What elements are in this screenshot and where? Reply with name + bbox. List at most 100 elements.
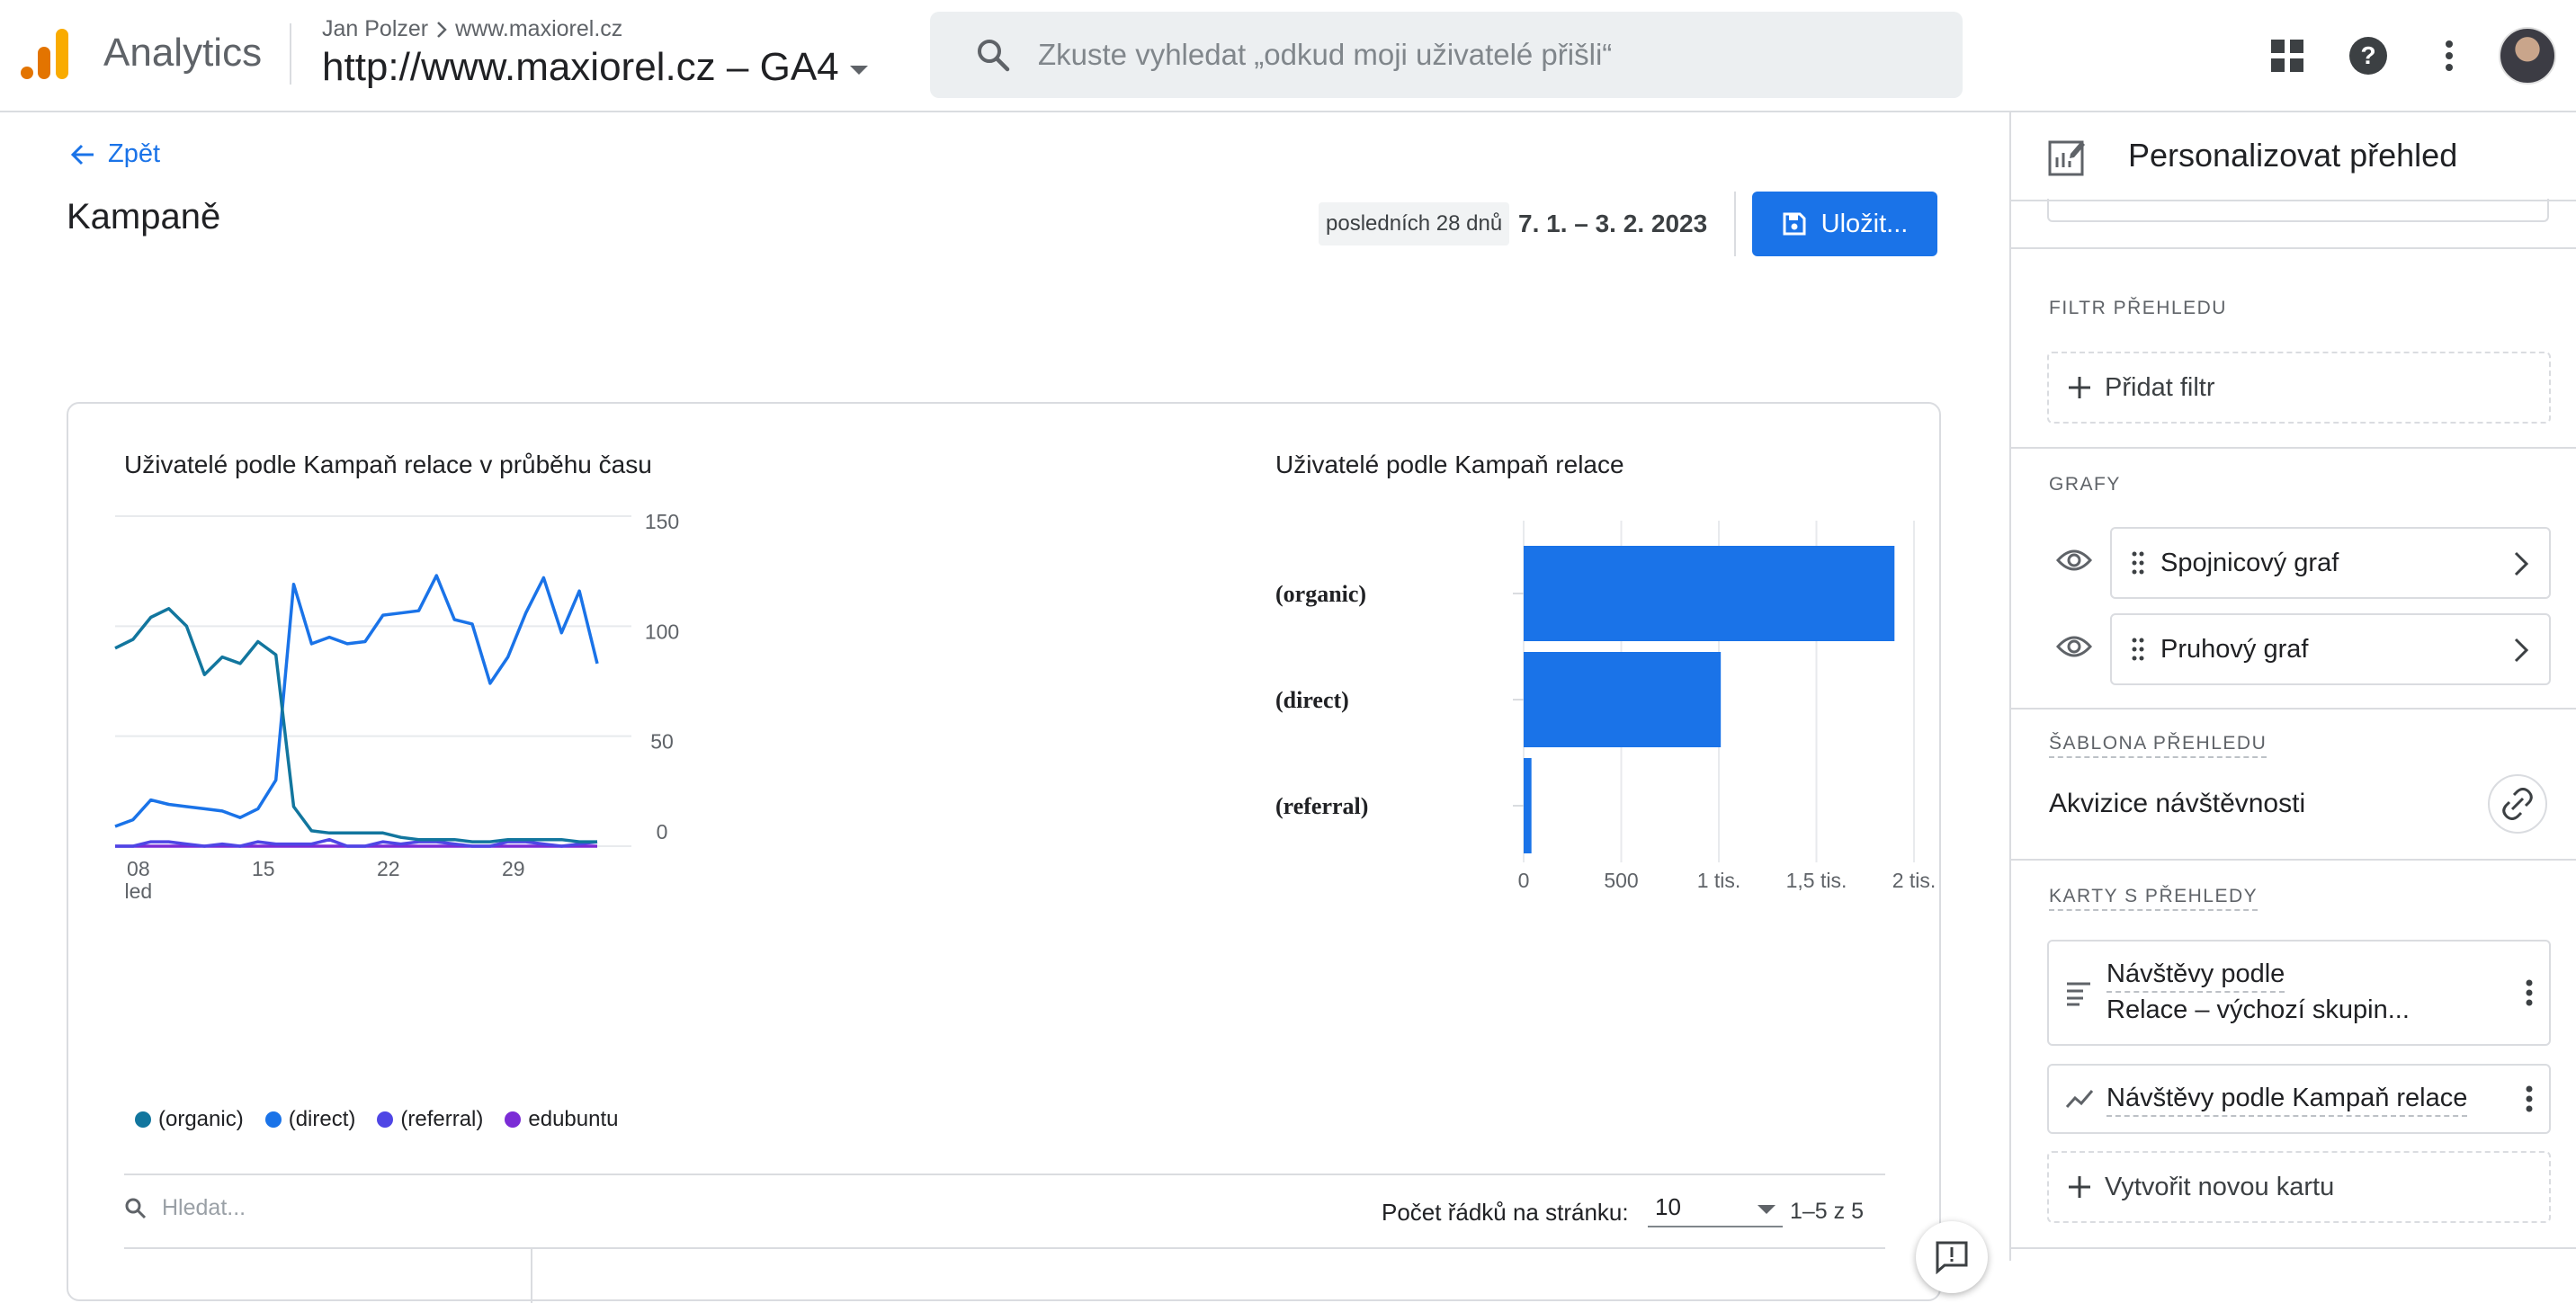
legend-dot — [377, 1111, 394, 1128]
date-preset-chip[interactable]: posledních 28 dnů — [1319, 202, 1510, 245]
add-filter-button[interactable]: Přidat filtr — [2047, 352, 2551, 424]
y-tick-label: 100 — [645, 620, 679, 643]
account-site: www.maxiorel.cz — [455, 16, 623, 41]
top-actions: ? — [2247, 0, 2576, 112]
add-filter-label: Přidat filtr — [2105, 372, 2215, 402]
customize-report-icon — [2048, 140, 2085, 176]
panel-header: Personalizovat přehled — [2011, 112, 2576, 201]
legend-label: edubuntu — [528, 1107, 619, 1131]
rows-per-page-select[interactable]: 10 — [1648, 1188, 1783, 1227]
x-tick-label: 1 tis. — [1697, 869, 1741, 892]
chart-item-line: Spojnicový graf — [2047, 527, 2551, 599]
drag-handle-icon[interactable] — [2132, 550, 2144, 576]
section-divider — [2011, 1247, 2576, 1249]
apps-icon — [2271, 40, 2303, 72]
x-tick-label: 1,5 tis. — [1786, 869, 1847, 892]
visibility-icon[interactable] — [2056, 547, 2092, 574]
save-label: Uložit... — [1820, 209, 1909, 238]
legend-label: (referral) — [400, 1107, 484, 1131]
rows-per-page-label: Počet řádků na stránku: — [1382, 1199, 1629, 1226]
line-chart[interactable]: 150 100 50 0 08 15 22 29 led — [104, 503, 689, 907]
line-chart-legend: (organic) (direct) (referral) edubuntu — [135, 1107, 619, 1132]
card-title-line1: Návštěvy podle Kampaň relace — [2106, 1084, 2468, 1117]
visibility-icon[interactable] — [2056, 633, 2092, 660]
scrolled-field — [2047, 199, 2549, 222]
bar-category-label: (referral) — [1275, 793, 1368, 819]
plus-icon — [2069, 1176, 2090, 1198]
bar-chart-title: Uživatelé podle Kampaň relace — [1275, 451, 1624, 478]
legend-item-referral[interactable]: (referral) — [377, 1107, 483, 1132]
filter-section-label: FILTR PŘEHLEDU — [2049, 298, 2227, 318]
card-title: Návštěvy podle Relace – výchozí skupin... — [2106, 956, 2410, 1028]
top-bar: Analytics Jan Polzer www.maxiorel.cz htt… — [0, 0, 2576, 112]
legend-item-edubuntu[interactable]: edubuntu — [505, 1107, 619, 1132]
legend-item-direct[interactable]: (direct) — [264, 1107, 355, 1132]
help-button[interactable]: ? — [2328, 0, 2409, 112]
back-link[interactable]: Zpět — [70, 139, 160, 169]
chart-item-bar: Pruhový graf — [2047, 613, 2551, 685]
card-title-line1: Návštěvy podle — [2106, 959, 2285, 993]
x-tick-label: 22 — [377, 857, 400, 880]
more-vert-icon[interactable] — [2526, 979, 2533, 1006]
table-search[interactable]: Hledat... — [124, 1195, 246, 1221]
legend-dot — [264, 1111, 282, 1128]
template-section-text: ŠABLONA PŘEHLEDU — [2049, 733, 2267, 758]
avatar[interactable] — [2499, 27, 2556, 85]
x-tick-label: 500 — [1604, 869, 1638, 892]
drag-handle-icon[interactable] — [2132, 637, 2144, 662]
table-search-placeholder: Hledat... — [162, 1195, 246, 1220]
x-tick-label: 08 — [127, 857, 150, 880]
chevron-right-icon — [2514, 551, 2529, 576]
main-content: Zpět Kampaně posledních 28 dnů 7. 1. – 3… — [0, 112, 2009, 1303]
section-divider — [2011, 859, 2576, 861]
x-tick-label: 29 — [502, 857, 525, 880]
search-bar[interactable] — [930, 12, 1963, 98]
series-line-direct — [114, 574, 599, 828]
bar-chart[interactable]: 0 500 1 tis. 1,5 tis. 2 tis. (organic) (direct… — [1265, 503, 1966, 898]
bar-chart-item[interactable]: Pruhový graf — [2110, 613, 2551, 685]
more-vert-icon[interactable] — [2526, 1085, 2533, 1112]
bar-category-label: (organic) — [1275, 581, 1366, 607]
bar-direct — [1524, 652, 1722, 747]
arrow-back-icon — [70, 144, 94, 165]
customize-report-panel: Personalizovat přehled FILTR PŘEHLEDU Př… — [2009, 112, 2576, 1261]
back-label: Zpět — [108, 139, 161, 168]
chevron-right-icon — [2514, 638, 2529, 663]
search-icon — [978, 40, 1010, 72]
y-tick-label: 150 — [645, 510, 679, 533]
table-header-divider — [124, 1247, 1885, 1249]
date-range[interactable]: 7. 1. – 3. 2. 2023 — [1518, 210, 1707, 238]
legend-item-organic[interactable]: (organic) — [135, 1107, 244, 1132]
legend-label: (organic) — [158, 1107, 244, 1131]
apps-button[interactable] — [2247, 0, 2328, 112]
unlink-template-button[interactable] — [2488, 774, 2547, 834]
dropdown-arrow-icon — [849, 66, 868, 75]
property-selector[interactable]: http://www.maxiorel.cz – GA4 — [322, 45, 868, 90]
charts-section-label: GRAFY — [2049, 474, 2121, 495]
page-title: Kampaně — [67, 197, 221, 237]
save-button[interactable]: Uložit... — [1752, 192, 1937, 256]
trending-icon — [2065, 1090, 2094, 1109]
section-divider — [2011, 447, 2576, 449]
report-card-item[interactable]: Návštěvy podle Relace – výchozí skupin... — [2047, 940, 2551, 1046]
legend-dot — [505, 1111, 522, 1128]
line-chart-item[interactable]: Spojnicový graf — [2110, 527, 2551, 599]
x-tick-label: 15 — [252, 857, 275, 880]
plus-icon — [2069, 377, 2090, 398]
search-input[interactable] — [1038, 38, 1847, 72]
section-divider — [2011, 708, 2576, 710]
analytics-logo-icon[interactable] — [20, 27, 70, 81]
report-card-item[interactable]: Návštěvy podle Kampaň relace — [2047, 1064, 2551, 1134]
y-tick-label: 0 — [657, 820, 668, 843]
account-breadcrumb[interactable]: Jan Polzer www.maxiorel.cz — [322, 16, 622, 42]
link-off-icon — [2502, 788, 2533, 820]
panel-title: Personalizovat přehled — [2128, 137, 2458, 174]
more-vert-icon — [2446, 40, 2453, 71]
more-button[interactable] — [2409, 0, 2490, 112]
x-tick-sublabel: led — [125, 879, 153, 903]
card-title-line2: Relace – výchozí skupin... — [2106, 995, 2410, 1024]
feedback-button[interactable] — [1916, 1221, 1988, 1293]
create-card-button[interactable]: Vytvořit novou kartu — [2047, 1151, 2551, 1223]
dropdown-arrow-icon — [1758, 1205, 1775, 1214]
divider — [290, 23, 291, 85]
